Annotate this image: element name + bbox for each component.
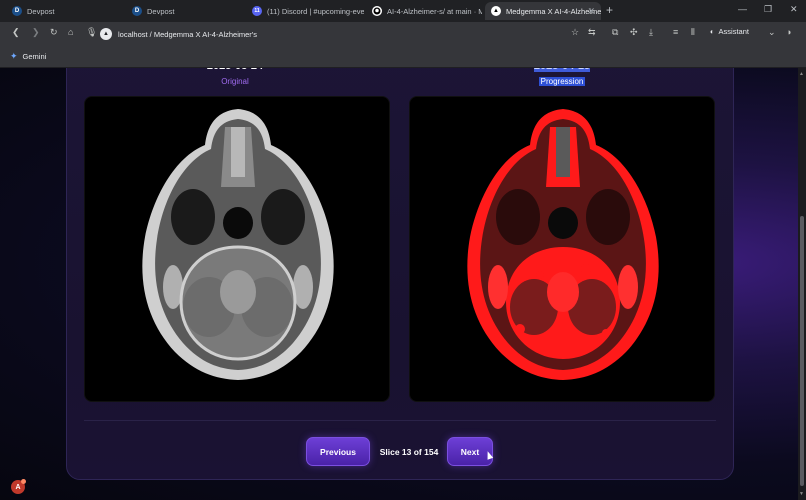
slice-counter: Slice 13 of 154 [379, 447, 439, 457]
reload-icon[interactable]: ↻ [50, 27, 58, 38]
floating-extension-icon[interactable]: A [11, 479, 26, 494]
url-text: localhost / Medgemma X AI-4-Alzheimer's [118, 29, 257, 39]
profile-avatar-icon[interactable]: ◑ [786, 27, 791, 37]
tab-strip: D Devpost D Devpost 11 (11) Discord | #u… [0, 0, 806, 22]
back-icon[interactable]: ❮ [12, 27, 20, 38]
bookmark-label: Gemini [22, 52, 47, 61]
previous-slice-button[interactable]: Previous [306, 437, 370, 466]
tab-github[interactable]: AI-4-Alzheimer-s/ at main · M [366, 2, 482, 20]
extensions-icon[interactable]: ✣ [630, 27, 638, 38]
notification-dot-icon [21, 479, 26, 484]
original-caption: 2025-03-24 Original [85, 68, 385, 86]
tab-discord[interactable]: 11 (11) Discord | #upcoming-eve [246, 2, 364, 20]
restore-icon[interactable]: ❐ [764, 4, 772, 15]
page-viewport: 2025-03-24 Original 2025-04-15 Progressi… [0, 68, 798, 500]
bookmark-gemini[interactable]: ✦ Gemini [10, 51, 46, 62]
screenshot-icon[interactable]: ⧉ [612, 27, 618, 38]
chevron-down-icon[interactable]: ⌄ [768, 27, 776, 38]
assistant-icon: ◐ [710, 27, 715, 36]
tab-title: Devpost [147, 6, 175, 16]
scrollbar-thumb[interactable] [800, 216, 804, 486]
devpost-favicon-icon: D [132, 6, 142, 16]
tab-devpost-2[interactable]: D Devpost [126, 2, 244, 20]
divider [84, 420, 716, 421]
vercel-favicon-icon: ▲ [491, 6, 501, 16]
devpost-favicon-icon: D [12, 6, 22, 16]
address-bar[interactable]: ▲ localhost / Medgemma X AI-4-Alzheimer'… [100, 25, 610, 43]
new-tab-icon[interactable]: + [606, 3, 613, 17]
close-window-icon[interactable]: ✕ [790, 4, 798, 15]
share-icon[interactable]: ⇆ [588, 27, 596, 38]
discord-favicon-icon: 11 [252, 6, 262, 16]
scroll-down-icon[interactable]: ▼ [799, 491, 804, 497]
original-label: Original [221, 77, 249, 86]
tab-devpost-1[interactable]: D Devpost [6, 2, 124, 20]
gemini-sparkle-icon: ✦ [10, 51, 18, 61]
progression-caption: 2025-04-15 Progression [412, 68, 712, 86]
forward-icon[interactable]: ❯ [32, 27, 40, 38]
tab-title: (11) Discord | #upcoming-eve [267, 6, 364, 16]
home-icon[interactable]: ⌂ [68, 27, 73, 37]
progression-label: Progression [538, 77, 586, 86]
tab-medgemma[interactable]: ▲ Medgemma X AI-4-Alzheimer's ✕ [485, 2, 601, 20]
scroll-up-icon[interactable]: ▲ [799, 71, 804, 77]
page-scrollbar[interactable]: ▲ ▼ [798, 68, 806, 500]
tab-title: Devpost [27, 6, 55, 16]
microphone-icon[interactable]: 🎙 [86, 27, 97, 38]
minimize-icon[interactable]: — [738, 4, 747, 14]
bookmarks-bar: ✦ Gemini [0, 46, 806, 68]
github-favicon-icon [372, 6, 382, 16]
close-tab-icon[interactable]: ✕ [587, 6, 595, 17]
progression-date: 2025-04-15 [533, 68, 591, 72]
download-icon[interactable]: ⤓ [649, 27, 653, 38]
original-date: 2025-03-24 [85, 68, 385, 75]
assistant-label: Assistant [718, 27, 749, 36]
progression-mri-image [409, 96, 715, 402]
browser-toolbar: ❮ ❯ ↻ ⌂ 🎙 ▲ localhost / Medgemma X AI-4-… [0, 22, 806, 46]
audio-icon[interactable]: ⫴ [691, 27, 695, 38]
menu-lines-icon[interactable]: ≡ [673, 27, 678, 37]
assistant-button[interactable]: ◐ Assistant [710, 27, 749, 36]
tab-title: AI-4-Alzheimer-s/ at main · M [387, 6, 482, 16]
original-mri-image [84, 96, 390, 402]
bookmark-star-icon[interactable]: ☆ [571, 27, 579, 38]
site-info-icon[interactable]: ▲ [100, 28, 112, 40]
